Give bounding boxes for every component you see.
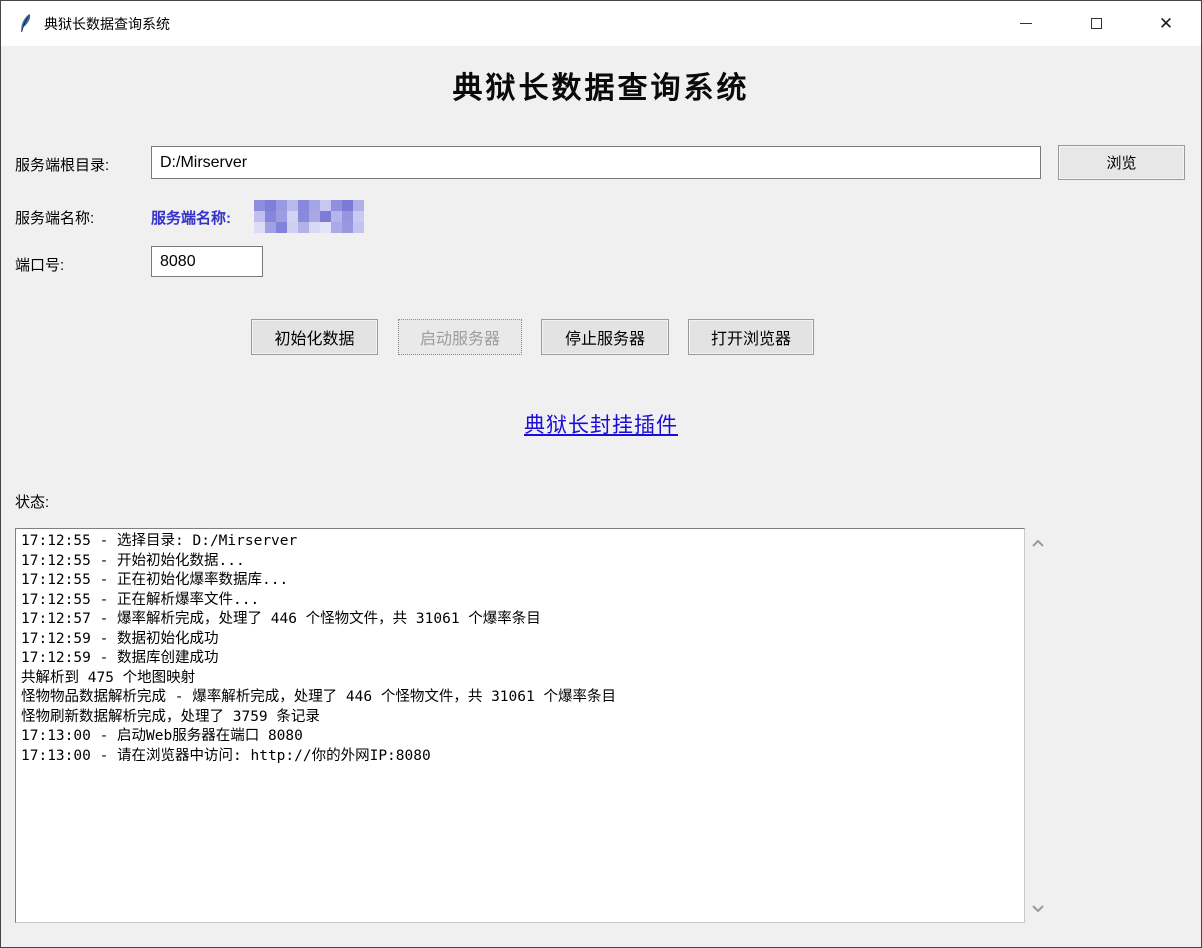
python-feather-icon (18, 13, 34, 35)
log-line: 17:12:59 - 数据库创建成功 (21, 649, 1019, 669)
port-input[interactable] (151, 246, 263, 277)
log-scrollbar[interactable] (1026, 528, 1050, 923)
log-line: 17:13:00 - 启动Web服务器在端口 8080 (21, 727, 1019, 747)
server-name-value-label: 服务端名称: (151, 207, 231, 228)
server-name-label: 服务端名称: (15, 207, 94, 228)
init-data-button[interactable]: 初始化数据 (251, 319, 378, 355)
log-line: 17:12:55 - 开始初始化数据... (21, 552, 1019, 572)
scroll-up-icon[interactable] (1026, 532, 1050, 554)
maximize-button[interactable] (1061, 1, 1131, 46)
log-line: 17:12:55 - 正在解析爆率文件... (21, 591, 1019, 611)
close-button[interactable]: ✕ (1131, 1, 1201, 46)
title-bar: 典狱长数据查询系统 ✕ (1, 1, 1201, 46)
root-dir-input[interactable] (151, 146, 1041, 179)
server-name-redacted-blocks (254, 200, 364, 233)
port-label: 端口号: (15, 254, 64, 275)
log-line: 怪物物品数据解析完成 - 爆率解析完成，处理了 446 个怪物文件，共 3106… (21, 688, 1019, 708)
log-line: 17:12:55 - 选择目录: D:/Mirserver (21, 532, 1019, 552)
log-line: 怪物刷新数据解析完成，处理了 3759 条记录 (21, 708, 1019, 728)
root-dir-label: 服务端根目录: (15, 154, 109, 175)
app-window: 典狱长数据查询系统 ✕ 典狱长数据查询系统 服务端根目录: 浏览 服务端名称: … (0, 0, 1202, 948)
browse-button[interactable]: 浏览 (1058, 145, 1185, 180)
status-label: 状态: (15, 491, 49, 512)
log-line: 共解析到 475 个地图映射 (21, 669, 1019, 689)
start-server-button[interactable]: 启动服务器 (398, 319, 522, 355)
open-browser-button[interactable]: 打开浏览器 (688, 319, 814, 355)
log-line: 17:12:59 - 数据初始化成功 (21, 630, 1019, 650)
plugin-link[interactable]: 典狱长封挂插件 (524, 414, 678, 437)
stop-server-button[interactable]: 停止服务器 (541, 319, 669, 355)
action-button-row: 初始化数据 启动服务器 停止服务器 打开浏览器 (1, 319, 1201, 355)
log-line: 17:12:57 - 爆率解析完成，处理了 446 个怪物文件，共 31061 … (21, 610, 1019, 630)
plugin-link-wrap: 典狱长封挂插件 (1, 409, 1201, 439)
log-line: 17:13:00 - 请在浏览器中访问: http://你的外网IP:8080 (21, 747, 1019, 767)
status-log-textarea[interactable]: 17:12:55 - 选择目录: D:/Mirserver17:12:55 - … (15, 528, 1025, 923)
page-title: 典狱长数据查询系统 (1, 63, 1201, 107)
window-controls: ✕ (991, 1, 1201, 46)
minimize-button[interactable] (991, 1, 1061, 46)
window-title: 典狱长数据查询系统 (44, 14, 170, 34)
log-line: 17:12:55 - 正在初始化爆率数据库... (21, 571, 1019, 591)
scroll-down-icon[interactable] (1026, 897, 1050, 919)
